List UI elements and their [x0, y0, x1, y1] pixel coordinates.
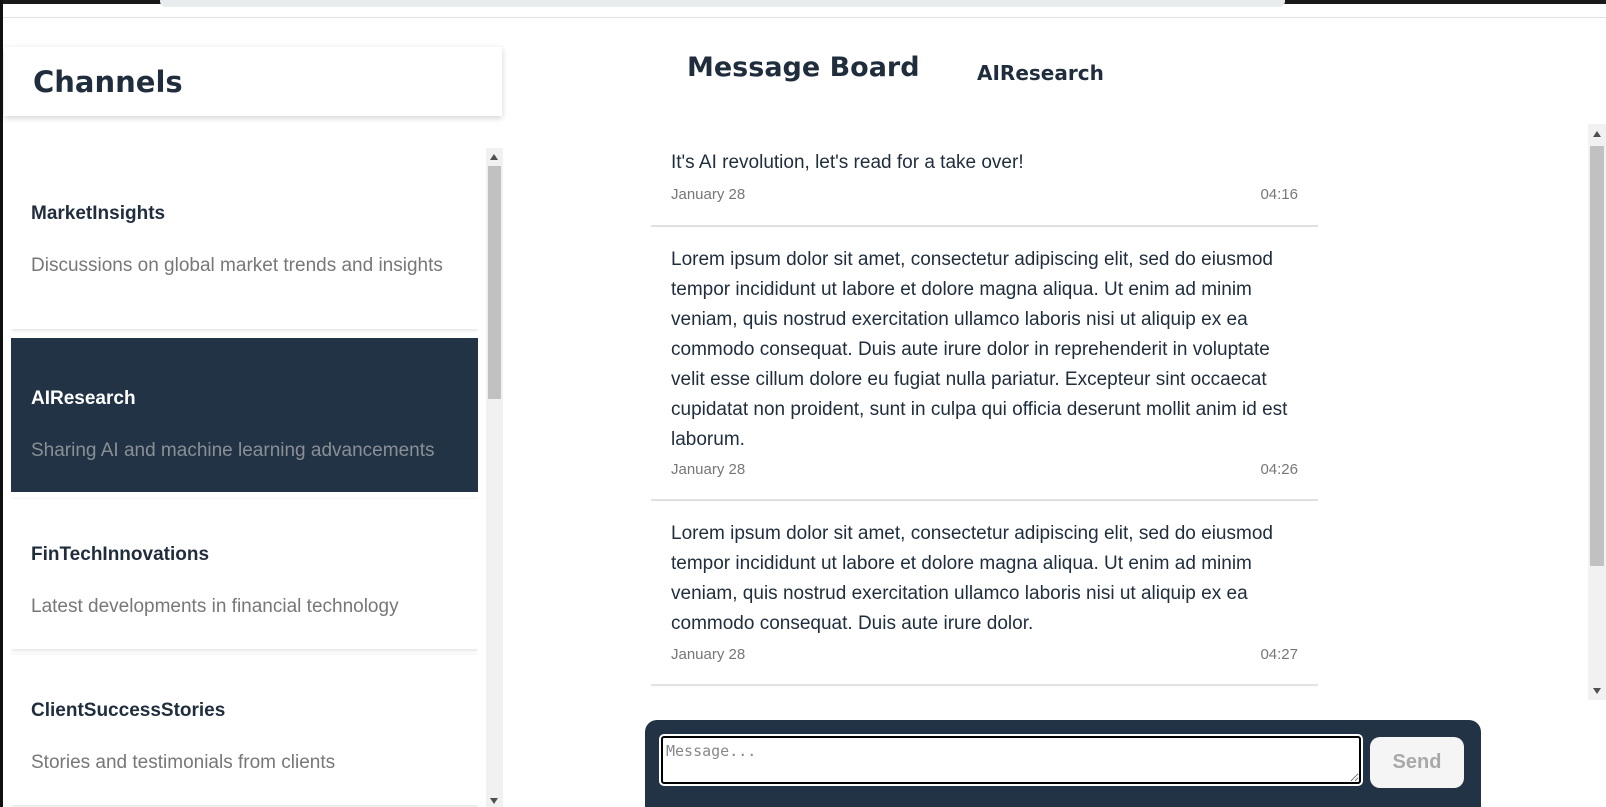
scroll-down-arrow-icon[interactable] [490, 798, 498, 804]
message-list: It's AI revolution, let's read for a tak… [651, 130, 1318, 696]
message-card: It's AI revolution, let's read for a tak… [651, 130, 1318, 227]
channel-name: ClientSuccessStories [31, 700, 226, 721]
scroll-down-arrow-icon[interactable] [1593, 688, 1601, 694]
message-text: Lorem ipsum dolor sit amet, consectetur … [671, 523, 1273, 634]
message-composer: Send [645, 720, 1481, 807]
browser-address-strip [160, 0, 1285, 7]
send-button[interactable]: Send [1370, 737, 1464, 788]
message-date: January 28 [671, 461, 746, 478]
message-time: 04:27 [1260, 646, 1298, 663]
message-date: January 28 [671, 186, 746, 203]
channels-header: Channels [4, 47, 502, 116]
channel-item-fintechinnovations[interactable]: FinTechInnovations Latest developments i… [11, 499, 478, 649]
channel-name: MarketInsights [31, 203, 166, 224]
scrollbar-thumb[interactable] [488, 166, 501, 399]
message-input[interactable] [659, 734, 1363, 786]
channel-description: Sharing AI and machine learning advancem… [31, 440, 435, 461]
active-channel-label: AIResearch [977, 61, 1104, 85]
channel-name: FinTechInnovations [31, 544, 210, 565]
channel-name: AIResearch [31, 388, 136, 409]
message-text: Lorem ipsum dolor sit amet, consectetur … [671, 249, 1288, 450]
top-divider [0, 17, 1606, 18]
message-time: 04:26 [1260, 461, 1298, 478]
channel-description: Latest developments in financial technol… [31, 596, 399, 617]
scroll-up-arrow-icon[interactable] [1593, 131, 1601, 137]
channel-list: MarketInsights Discussions on global mar… [11, 153, 478, 807]
window-left-edge [0, 0, 3, 807]
channels-title: Channels [33, 65, 183, 99]
message-card: Lorem ipsum dolor sit amet, consectetur … [651, 227, 1318, 501]
channel-item-airesearch[interactable]: AIResearch Sharing AI and machine learni… [11, 338, 478, 492]
page-title: Message Board [687, 52, 920, 83]
message-text: It's AI revolution, let's read for a tak… [671, 152, 1024, 173]
scrollbar-thumb[interactable] [1590, 146, 1604, 566]
channel-description: Stories and testimonials from clients [31, 752, 336, 773]
channel-item-clientsuccessstories[interactable]: ClientSuccessStories Stories and testimo… [11, 655, 478, 805]
scroll-up-arrow-icon[interactable] [490, 154, 498, 160]
channel-description: Discussions on global market trends and … [31, 255, 443, 276]
message-card: Lorem ipsum dolor sit amet, consectetur … [651, 501, 1318, 686]
message-date: January 28 [671, 646, 746, 663]
message-list-scrollbar[interactable] [1588, 124, 1606, 700]
channel-item-marketinsights[interactable]: MarketInsights Discussions on global mar… [11, 153, 478, 329]
channel-list-scrollbar[interactable] [486, 148, 503, 807]
message-time: 04:16 [1260, 186, 1298, 203]
